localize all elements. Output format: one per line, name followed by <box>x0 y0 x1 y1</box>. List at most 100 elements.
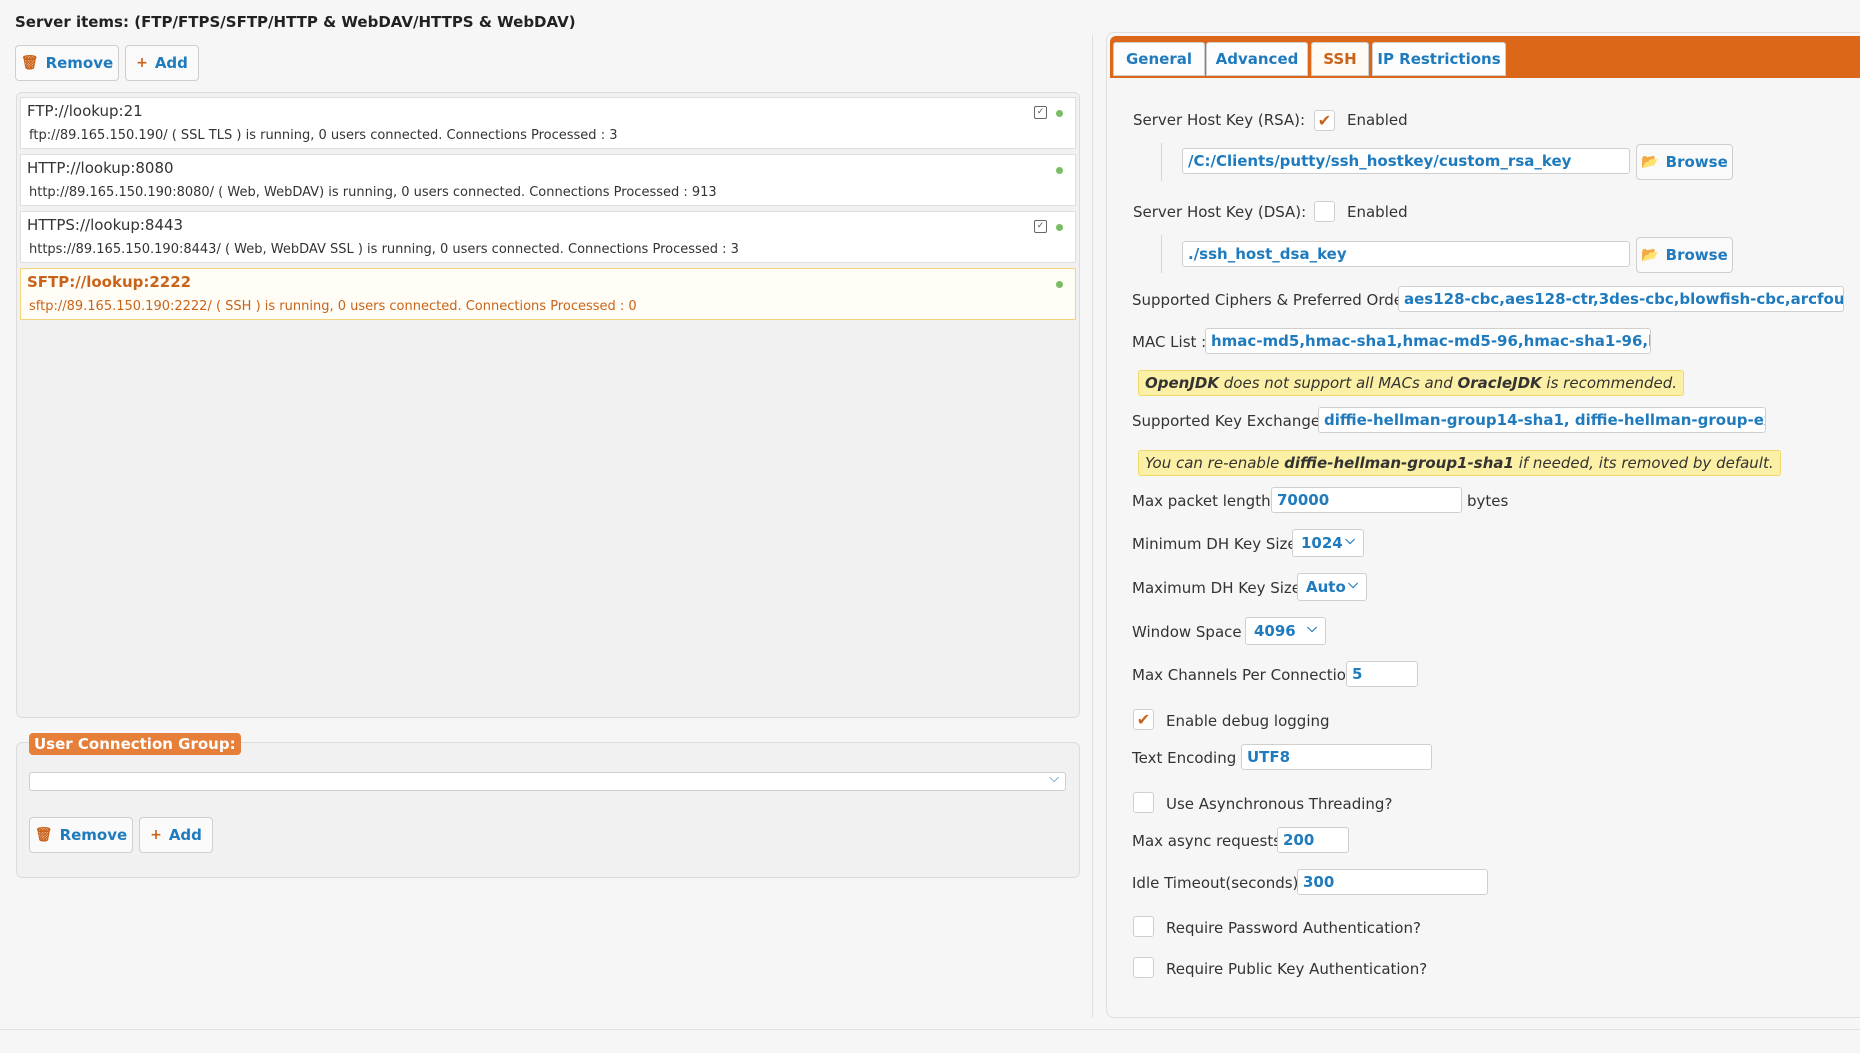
window-space-select[interactable]: 4096 ⌵ <box>1245 617 1326 645</box>
note-text: if needed, its removed by default. <box>1513 454 1774 472</box>
mac-note: OpenJDK does not support all MACs and Or… <box>1138 370 1684 396</box>
note-bold: OpenJDK <box>1145 374 1219 392</box>
window-space-value: 4096 <box>1254 622 1296 640</box>
server-item-https[interactable]: HTTPS://lookup:8443 ✓ https://89.165.150… <box>20 211 1076 263</box>
max-dh-value: Auto <box>1306 578 1346 596</box>
remove-server-label: Remove <box>45 54 114 72</box>
remove-server-button[interactable]: 🗑 Remove <box>15 45 119 81</box>
server-name: FTP://lookup:21 <box>27 102 143 120</box>
chevron-down-icon: ⌵ <box>1348 577 1358 592</box>
max-packet-label: Max packet length : <box>1132 492 1281 510</box>
panel-divider <box>1092 35 1093 1018</box>
tab-advanced[interactable]: Advanced <box>1206 42 1308 76</box>
tab-ssh[interactable]: SSH <box>1311 42 1369 76</box>
require-pubkey-label: Require Public Key Authentication? <box>1166 960 1428 978</box>
max-channels-label: Max Channels Per Connection : <box>1132 666 1366 684</box>
rsa-enabled-checkbox[interactable]: ✔ <box>1314 110 1335 131</box>
async-threading-checkbox[interactable] <box>1133 792 1154 813</box>
chevron-down-icon: ⌵ <box>1345 533 1355 548</box>
max-async-label: Max async requests : <box>1132 832 1291 850</box>
mac-input[interactable]: hmac-md5,hmac-sha1,hmac-md5-96,hmac-sha1… <box>1205 328 1651 354</box>
trash-icon: 🗑 <box>20 55 39 71</box>
min-dh-value: 1024 <box>1301 534 1343 552</box>
remove-group-button[interactable]: 🗑 Remove <box>29 817 133 853</box>
rsa-key-path-input[interactable]: /C:/Clients/putty/ssh_hostkey/custom_rsa… <box>1182 148 1630 174</box>
note-text: is recommended. <box>1541 374 1677 392</box>
add-server-label: Add <box>154 54 188 72</box>
add-group-button[interactable]: + Add <box>139 817 213 853</box>
user-connection-group-panel <box>16 742 1080 878</box>
status-dot-icon <box>1056 224 1063 231</box>
ssl-lock-icon: ✓ <box>1034 106 1047 119</box>
dsa-enabled-label: Enabled <box>1347 203 1408 221</box>
idle-timeout-input[interactable]: 300 <box>1297 869 1488 895</box>
max-packet-unit: bytes <box>1467 492 1509 510</box>
server-desc: ftp://89.165.150.190/ ( SSL TLS ) is run… <box>29 128 618 143</box>
status-dot-icon <box>1056 167 1063 174</box>
note-text: You can re-enable <box>1145 454 1285 472</box>
rsa-label: Server Host Key (RSA): <box>1133 111 1306 129</box>
plus-icon: + <box>136 55 148 71</box>
require-password-checkbox[interactable] <box>1133 916 1154 937</box>
remove-group-label: Remove <box>59 826 128 844</box>
dsa-label: Server Host Key (DSA): <box>1133 203 1307 221</box>
ciphers-label: Supported Ciphers & Preferred Order : <box>1132 291 1419 309</box>
check-icon: ✔ <box>1136 710 1151 729</box>
user-connection-group-label: User Connection Group: <box>29 733 241 755</box>
dsa-enabled-checkbox[interactable] <box>1314 201 1335 222</box>
add-server-button[interactable]: + Add <box>125 45 199 81</box>
rsa-browse-label: Browse <box>1665 153 1728 171</box>
max-dh-label: Maximum DH Key Size : <box>1132 579 1311 597</box>
tab-general[interactable]: General <box>1113 42 1205 76</box>
dsa-browse-button[interactable]: 📂 Browse <box>1636 237 1733 273</box>
kex-input[interactable]: diffie-hellman-group14-sha1, diffie-hell… <box>1318 407 1766 433</box>
status-dot-icon <box>1056 281 1063 288</box>
min-dh-select[interactable]: 1024 ⌵ <box>1292 529 1364 557</box>
note-bold: diffie-hellman-group1-sha1 <box>1284 454 1514 472</box>
folder-open-icon: 📂 <box>1641 154 1659 170</box>
status-dot-icon <box>1056 110 1063 117</box>
require-password-label: Require Password Authentication? <box>1166 919 1421 937</box>
require-pubkey-checkbox[interactable] <box>1133 957 1154 978</box>
min-dh-label: Minimum DH Key Size : <box>1132 535 1307 553</box>
server-desc: sftp://89.165.150.190:2222/ ( SSH ) is r… <box>29 299 637 314</box>
check-icon: ✔ <box>1317 111 1332 130</box>
rsa-enabled-label: Enabled <box>1347 111 1408 129</box>
window-space-label: Window Space : <box>1132 623 1252 641</box>
user-connection-group-select[interactable]: ⌵ <box>29 771 1066 791</box>
debug-logging-label: Enable debug logging <box>1166 712 1330 730</box>
server-items-title: Server items: (FTP/FTPS/SFTP/HTTP & WebD… <box>15 13 576 31</box>
server-item-ftp[interactable]: FTP://lookup:21 ✓ ftp://89.165.150.190/ … <box>20 97 1076 149</box>
mac-label: MAC List : <box>1132 333 1207 351</box>
max-packet-input[interactable]: 70000 <box>1271 487 1462 513</box>
folder-open-icon: 📂 <box>1641 247 1659 263</box>
note-text: does not support all MACs and <box>1219 374 1458 392</box>
max-async-input[interactable]: 200 <box>1277 827 1349 853</box>
server-item-http[interactable]: HTTP://lookup:8080 http://89.165.150.190… <box>20 154 1076 206</box>
server-name: SFTP://lookup:2222 <box>27 273 192 291</box>
async-threading-label: Use Asynchronous Threading? <box>1166 795 1393 813</box>
ciphers-input[interactable]: aes128-cbc,aes128-ctr,3des-cbc,blowfish-… <box>1398 286 1844 312</box>
server-name: HTTPS://lookup:8443 <box>27 216 184 234</box>
server-name: HTTP://lookup:8080 <box>27 159 174 177</box>
dsa-key-path-input[interactable]: ./ssh_host_dsa_key <box>1182 241 1630 267</box>
chevron-down-icon: ⌵ <box>1049 771 1059 786</box>
text-encoding-label: Text Encoding : <box>1132 749 1247 767</box>
dsa-browse-label: Browse <box>1665 246 1728 264</box>
plus-icon: + <box>150 827 162 843</box>
server-desc: http://89.165.150.190:8080/ ( Web, WebDA… <box>29 185 717 200</box>
text-encoding-input[interactable]: UTF8 <box>1241 744 1432 770</box>
server-item-sftp[interactable]: SFTP://lookup:2222 sftp://89.165.150.190… <box>20 268 1076 320</box>
max-dh-select[interactable]: Auto ⌵ <box>1297 573 1367 601</box>
debug-logging-checkbox[interactable]: ✔ <box>1133 709 1154 730</box>
idle-timeout-label: Idle Timeout(seconds) : <box>1132 874 1309 892</box>
rsa-browse-button[interactable]: 📂 Browse <box>1636 144 1733 180</box>
note-bold: OracleJDK <box>1457 374 1542 392</box>
indent-bar <box>1161 143 1162 181</box>
indent-bar <box>1161 235 1162 273</box>
server-desc: https://89.165.150.190:8443/ ( Web, WebD… <box>29 242 739 257</box>
trash-icon: 🗑 <box>34 827 53 843</box>
kex-label: Supported Key Exchanges : <box>1132 412 1338 430</box>
max-channels-input[interactable]: 5 <box>1346 661 1418 687</box>
tab-ip-restrictions[interactable]: IP Restrictions <box>1372 42 1506 76</box>
